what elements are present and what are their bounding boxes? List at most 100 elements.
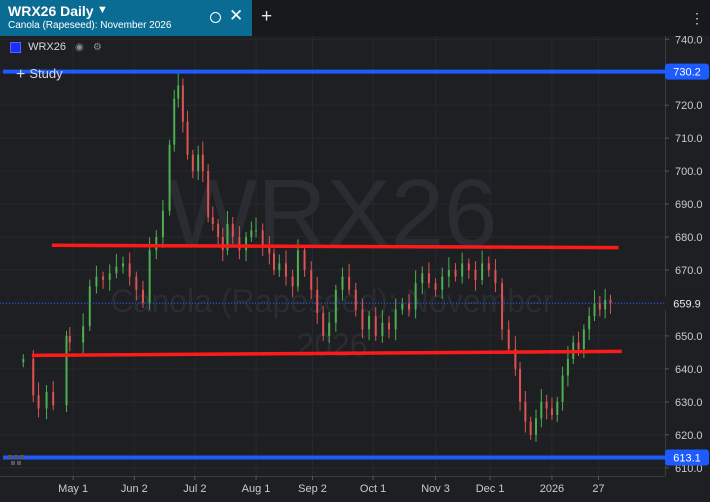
candle-body <box>368 316 371 330</box>
candle-body <box>534 418 537 435</box>
candle-body <box>394 309 397 330</box>
candle-body <box>407 302 410 310</box>
candle-body <box>303 250 306 271</box>
price-chart[interactable]: WRX26 Canola (Rapeseed): November 2026 740… <box>0 36 710 502</box>
candle-body <box>524 401 527 422</box>
y-tick-label: 630.0 <box>675 397 703 409</box>
candle-body <box>115 266 118 274</box>
plus-icon[interactable]: + <box>261 5 272 29</box>
gear-icon[interactable]: ⚙ <box>93 42 102 53</box>
candle-body <box>474 270 477 280</box>
candle-body <box>461 263 464 277</box>
trendline <box>51 243 619 250</box>
candle-body <box>334 289 337 323</box>
chart-tab[interactable]: WRX26 Daily ▼ Canola (Rapeseed): Novembe… <box>0 0 252 36</box>
candle-body <box>447 270 450 277</box>
y-tick-label: 740.0 <box>675 36 703 46</box>
candle-body <box>341 276 344 290</box>
y-tick-label: 700.0 <box>675 166 703 178</box>
y-axis: 740.0730.0720.0710.0700.0690.0680.0670.0… <box>665 36 703 475</box>
candle-body <box>481 263 484 280</box>
x-tick-label: Oct 1 <box>360 483 386 495</box>
candle-body <box>467 263 470 271</box>
candle-body <box>322 312 325 336</box>
x-tick-label: Dec 1 <box>476 483 505 495</box>
study-label: Study <box>29 66 63 81</box>
plus-icon: + <box>16 66 26 83</box>
candle-body <box>52 391 55 406</box>
candle-body <box>577 342 580 350</box>
candle-body <box>388 322 391 330</box>
y-tick-label: 680.0 <box>675 232 703 244</box>
candle-body <box>381 322 384 336</box>
candle-body <box>88 286 91 327</box>
candle-body <box>414 283 417 310</box>
last-price-label: 659.9 <box>673 298 701 310</box>
candle-body <box>141 289 144 303</box>
candle-body <box>598 302 601 310</box>
level-price-label: 613.1 <box>673 453 701 465</box>
candle-body <box>272 253 275 271</box>
candle-body <box>177 85 180 99</box>
tab-subtitle: Canola (Rapeseed): November 2026 <box>8 20 172 31</box>
y-tick-label: 690.0 <box>675 199 703 211</box>
candle-body <box>556 401 559 416</box>
candle-body <box>32 358 35 396</box>
candle-body <box>566 358 569 376</box>
circle-icon[interactable] <box>210 12 221 23</box>
tab-bar: WRX26 Daily ▼ Canola (Rapeseed): Novembe… <box>0 0 710 36</box>
eye-icon[interactable]: ◉ <box>75 42 84 53</box>
caret-down-icon[interactable]: ▼ <box>97 4 108 16</box>
y-tick-label: 710.0 <box>675 133 703 145</box>
candle-body <box>161 210 164 238</box>
candle-body <box>82 326 85 343</box>
candle-body <box>501 283 504 330</box>
candle-body <box>604 299 607 310</box>
x-tick-label: Aug 1 <box>242 483 271 495</box>
candle-body <box>361 309 364 330</box>
candle-body <box>68 335 71 343</box>
candle-body <box>217 223 220 238</box>
y-tick-label: 650.0 <box>675 331 703 343</box>
candle-body <box>284 263 287 277</box>
close-icon[interactable]: ✕ <box>229 6 243 26</box>
candle-body <box>168 144 171 211</box>
candle-body <box>441 276 444 290</box>
candle-body <box>487 263 490 271</box>
candle-body <box>122 263 125 267</box>
add-study-button[interactable]: + Study <box>16 66 63 84</box>
candle-body <box>374 316 377 336</box>
x-axis: May 1 Jun 2 Jul 2 Aug 1 Sep 2 Oct 1 Nov 3 Dec 1… <box>58 476 605 495</box>
candle-body <box>173 98 176 145</box>
candle-body <box>207 171 210 218</box>
candle-body <box>37 395 40 409</box>
kebab-menu-icon[interactable]: ⋮ <box>690 9 704 27</box>
y-tick-label: 720.0 <box>675 100 703 112</box>
candle-body <box>582 329 585 350</box>
candle-body <box>291 276 294 287</box>
candle-body <box>278 263 281 271</box>
candle-body <box>65 335 68 406</box>
candle-body <box>181 85 184 122</box>
candle-body <box>245 237 248 251</box>
series-color-swatch[interactable] <box>10 41 21 53</box>
candle-body <box>128 263 131 277</box>
candle-body <box>250 230 253 238</box>
candle-body <box>561 375 564 402</box>
candle-body <box>296 250 299 287</box>
candle-body <box>191 154 194 172</box>
candle-body <box>427 273 430 284</box>
candle-body <box>255 230 258 232</box>
y-tick-label: 620.0 <box>675 430 703 442</box>
x-tick-label: 2026 <box>540 483 564 495</box>
x-tick-label: Jul 2 <box>183 483 206 495</box>
watermark-symbol: WRX26 <box>167 160 498 267</box>
watermark-name: Canola (Rapeseed): November <box>111 283 554 319</box>
candle-body <box>421 273 424 284</box>
candle-body <box>593 302 596 317</box>
y-tick-label: 670.0 <box>675 265 703 277</box>
candle-body <box>401 302 404 310</box>
candle-body <box>519 368 522 402</box>
legend-symbol: WRX26 <box>28 41 66 54</box>
candle-body <box>529 421 532 435</box>
